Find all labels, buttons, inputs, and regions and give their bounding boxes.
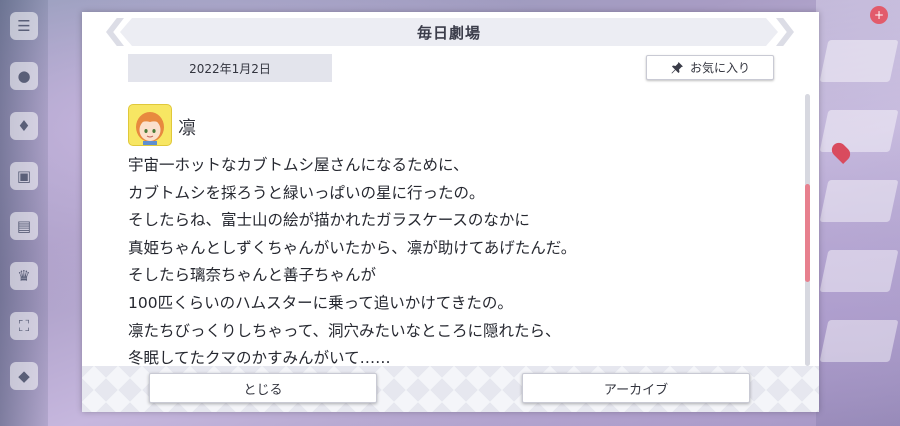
menu-icon: ☰ xyxy=(10,12,38,40)
story-line: 宇宙一ホットなカブトムシ屋さんになるために、 xyxy=(128,156,469,174)
background-card xyxy=(819,40,899,82)
title-right-chevron-icon xyxy=(776,18,794,46)
item-icon: ◆ xyxy=(10,362,38,390)
background-card xyxy=(819,180,899,222)
pin-icon xyxy=(670,61,684,75)
expand-icon: ⛶ xyxy=(10,312,38,340)
chat-icon: ● xyxy=(10,62,38,90)
trophy-icon: ♛ xyxy=(10,262,38,290)
story-line: 冬眠してたクマのかすみんがいて…… xyxy=(128,349,391,366)
daily-theater-dialog: 毎日劇場 2022年1月2日 お気に入り 凛 宇宙一ホットなカブトムシ屋さんにな… xyxy=(82,12,819,412)
background-card xyxy=(819,250,899,292)
favorite-button[interactable]: お気に入り xyxy=(646,55,774,80)
date-label: 2022年1月2日 xyxy=(128,54,332,82)
gift-icon: ▣ xyxy=(10,162,38,190)
story-line: そしたらね、富士山の絵が描かれたガラスケースのなかに xyxy=(128,211,530,230)
present-icon: ▤ xyxy=(10,212,38,240)
story-lines: 宇宙一ホットなカブトムシ屋さんになるために、 カブトムシを採ろうと緑いっぱいの星… xyxy=(128,152,788,366)
dialog-title: 毎日劇場 xyxy=(416,23,481,42)
event-icon: ♦ xyxy=(10,112,38,140)
story-line: 真姫ちゃんとしずくちゃんがいたから、凛が助けてあげたんだ。 xyxy=(128,238,577,257)
background-right-panel xyxy=(816,0,900,426)
story-line: カブトムシを採ろうと緑いっぱいの星に行ったの。 xyxy=(128,183,485,202)
story-content[interactable]: 凛 宇宙一ホットなカブトムシ屋さんになるために、 カブトムシを採ろうと緑いっぱい… xyxy=(128,104,788,366)
speaker-name: 凛 xyxy=(178,118,196,139)
story-line: 凛たちびっくりしちゃって、洞穴みたいなところに隠れたら、 xyxy=(128,321,561,340)
speaker-row: 凛 xyxy=(128,104,788,146)
favorite-label: お気に入り xyxy=(689,61,750,75)
archive-button[interactable]: アーカイブ xyxy=(522,373,750,403)
scrollbar[interactable] xyxy=(805,94,810,366)
scrollbar-thumb[interactable] xyxy=(805,184,810,282)
close-button[interactable]: とじる xyxy=(149,373,377,403)
background-card xyxy=(819,110,899,152)
dialog-title-bar: 毎日劇場 xyxy=(120,18,778,46)
rin-avatar-icon xyxy=(128,104,172,146)
story-line: そしたら璃奈ちゃんと善子ちゃんが xyxy=(128,266,377,285)
background-card xyxy=(819,320,899,362)
plus-badge-icon: + xyxy=(870,6,888,24)
story-line: 100匹くらいのハムスターに乗って追いかけてきたの。 xyxy=(128,293,513,312)
dialog-footer: とじる アーカイブ xyxy=(82,366,819,412)
background-left-menu: ☰ ● ♦ ▣ ▤ ♛ ⛶ ◆ xyxy=(0,0,48,426)
